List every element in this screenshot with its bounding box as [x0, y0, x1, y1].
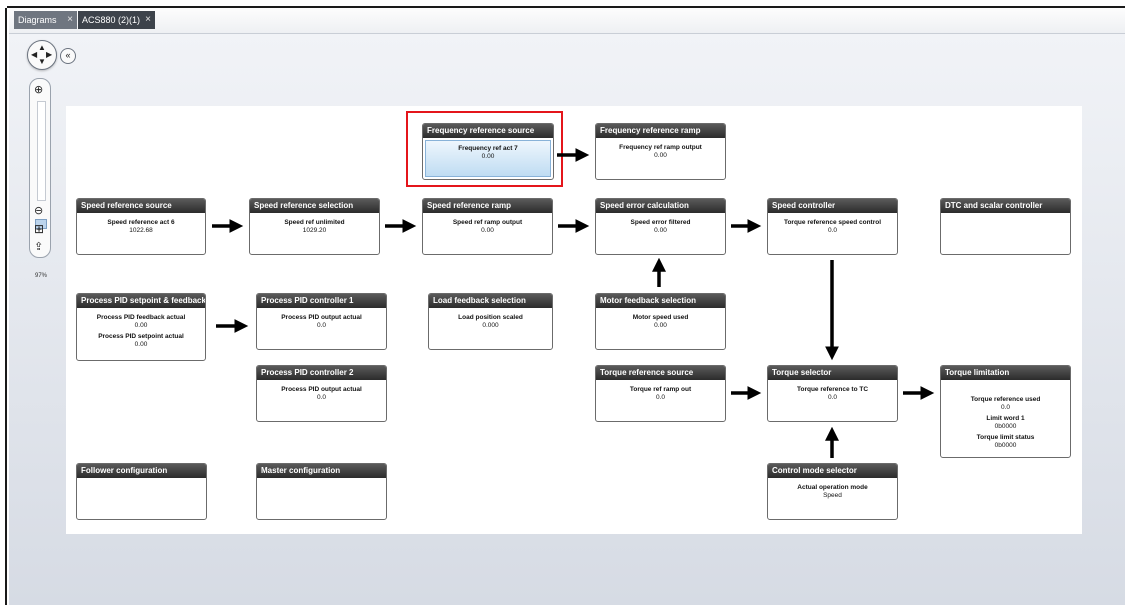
connector-arrows: [212, 148, 935, 458]
